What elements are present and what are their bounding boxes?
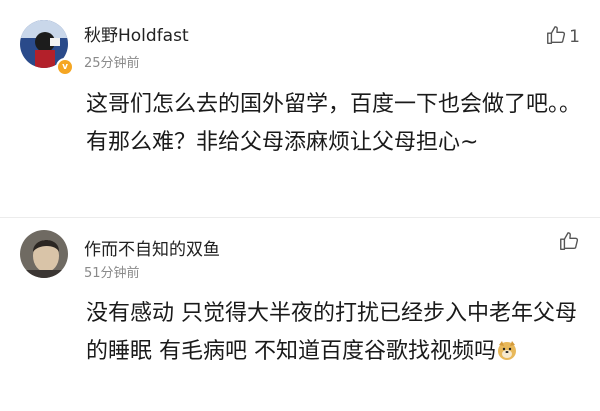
comment-item: v 秋野Holdfast 25分钟前 1 这哥们怎么去的国外留学，百度一下也会做…: [0, 0, 600, 218]
thumbs-up-icon: [558, 230, 580, 256]
timestamp: 25分钟前: [84, 56, 140, 71]
comment-text-container: 没有感动 只觉得大半夜的打扰已经步入中老年父母的睡眠 有毛病吧 不知道百度谷歌找…: [86, 295, 590, 374]
comment-text: 这哥们怎么去的国外留学，百度一下也会做了吧。。有那么难？非给父母添麻烦让父母担心…: [86, 92, 582, 155]
username[interactable]: 秋野Holdfast: [84, 21, 189, 46]
avatar[interactable]: [20, 230, 68, 278]
timestamp: 51分钟前: [84, 266, 140, 281]
doge-emoji-icon: [496, 336, 518, 374]
like-count: 1: [569, 27, 580, 47]
verified-badge-icon: v: [56, 58, 74, 76]
comment-item: 作而不自知的双鱼 51分钟前 没有感动 只觉得大半夜的打扰已经步入中老年父母的睡…: [0, 218, 600, 411]
thumbs-up-icon: [545, 24, 567, 50]
like-button[interactable]: [558, 230, 580, 256]
like-button[interactable]: 1: [545, 24, 580, 50]
username[interactable]: 作而不自知的双鱼: [84, 235, 220, 260]
